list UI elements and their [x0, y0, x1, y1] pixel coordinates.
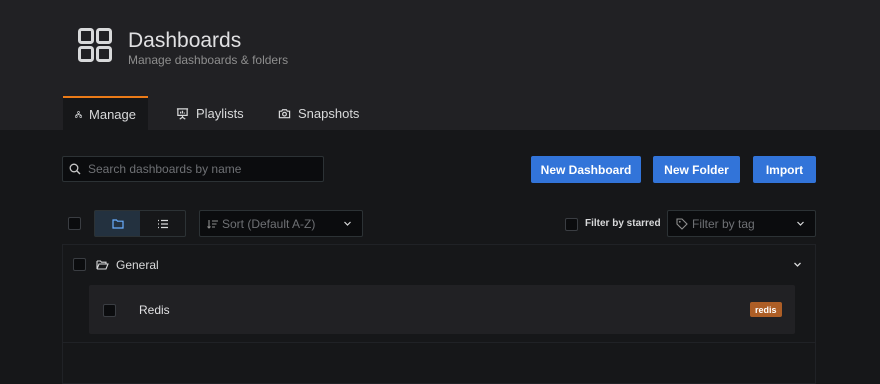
sort-icon: [207, 219, 218, 229]
chevron-down-icon[interactable]: [793, 260, 802, 269]
tag-icon: [676, 217, 688, 230]
tab-snapshots[interactable]: Snapshots: [278, 96, 359, 130]
folder-checkbox[interactable]: [73, 258, 86, 271]
tab-snapshots-label: Snapshots: [298, 105, 360, 121]
folder-open-icon: [96, 260, 109, 270]
list-icon: [157, 219, 168, 228]
search-icon: [69, 163, 81, 175]
tag-badge[interactable]: redis: [750, 302, 782, 317]
folder-icon: [111, 219, 124, 229]
new-folder-button[interactable]: New Folder: [653, 156, 740, 183]
tab-playlists[interactable]: Playlists: [176, 96, 244, 130]
chevron-down-icon: [797, 221, 804, 226]
tab-manage-label: Manage: [89, 106, 136, 122]
filter-starred-checkbox[interactable]: [565, 218, 578, 231]
folder-view-button[interactable]: [95, 211, 140, 236]
folder-general[interactable]: General: [116, 258, 159, 272]
search-input[interactable]: [86, 161, 320, 177]
filter-starred-label: Filter by starred: [585, 218, 661, 229]
sitemap-icon: [75, 110, 83, 118]
dashboards-grid-icon: [78, 28, 112, 62]
page-subtitle: Manage dashboards & folders: [128, 53, 289, 67]
tag-filter-placeholder: Filter by tag: [692, 216, 755, 231]
page-header: Dashboards Manage dashboards & folders M…: [0, 0, 880, 130]
tab-manage[interactable]: Manage: [63, 96, 148, 130]
dashboard-title[interactable]: Redis: [139, 303, 170, 317]
import-button[interactable]: Import: [753, 156, 816, 183]
list-view-button[interactable]: [140, 211, 185, 236]
presentation-icon: [176, 107, 189, 120]
view-mode-toggle: [94, 210, 186, 237]
sort-select[interactable]: Sort (Default A-Z): [199, 210, 363, 237]
chevron-down-icon: [344, 221, 351, 226]
tab-playlists-label: Playlists: [196, 105, 244, 121]
new-dashboard-button[interactable]: New Dashboard: [531, 156, 641, 183]
page-title: Dashboards: [128, 29, 242, 52]
search-box[interactable]: [62, 156, 324, 182]
select-all-checkbox[interactable]: [68, 217, 81, 230]
divider: [62, 342, 816, 343]
camera-icon: [278, 108, 291, 118]
tag-filter-select[interactable]: Filter by tag: [667, 210, 816, 237]
dashboard-checkbox[interactable]: [103, 304, 116, 317]
dashboard-row[interactable]: [89, 285, 795, 334]
sort-select-label: Sort (Default A-Z): [222, 216, 316, 231]
